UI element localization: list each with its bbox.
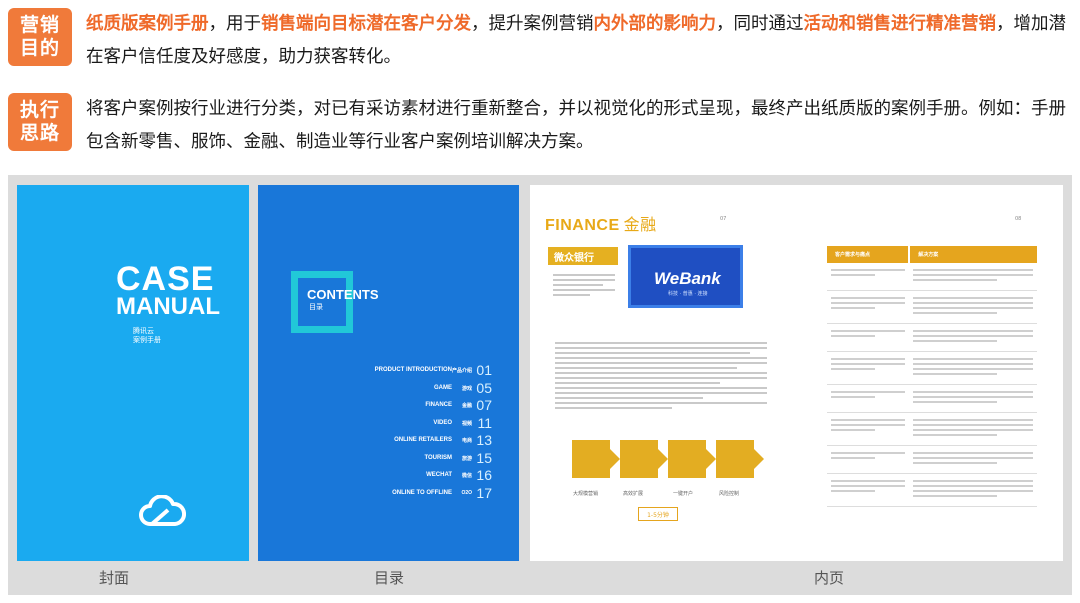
contents-item-page: 01	[476, 362, 492, 378]
expand-icon	[620, 440, 668, 478]
contents-title: CONTENTS	[307, 287, 379, 302]
purpose-tag: 营销 目的	[8, 8, 72, 66]
contents-item-zh: 金融	[461, 403, 472, 409]
contents-item: TOURISM 旅游 15	[340, 450, 496, 466]
icon-label-2: 高效扩展	[623, 491, 644, 497]
contents-item: GAME 游戏 05	[340, 380, 496, 396]
contents-item-name: FINANCE	[425, 402, 452, 408]
cover-subtitle-text: 案例手册	[133, 336, 161, 344]
cover-caption: 封面	[99, 569, 130, 587]
body-text: ，提升案例营销	[471, 14, 594, 34]
contents-subtitle: 目录	[309, 303, 323, 311]
contents-item-zh: 微信	[461, 473, 472, 479]
contents-item-page: 17	[476, 484, 492, 501]
duration-pill: 1-5分钟	[638, 507, 678, 521]
icon-label-4: 风险控制	[719, 491, 740, 497]
highlight-text: 销售端向目标潜在客户分发	[261, 14, 471, 34]
table-row	[827, 474, 1037, 507]
table-row	[827, 291, 1037, 324]
cloud-logo-icon	[139, 495, 186, 526]
contents-item-page: 05	[476, 379, 492, 396]
webank-logo: WeBank	[654, 269, 721, 288]
contents-item-name: ONLINE TO OFFLINE	[392, 489, 452, 496]
table-row	[827, 446, 1037, 474]
bank-intro-lines	[553, 274, 615, 299]
contents-item-page: 11	[477, 414, 492, 431]
contents-item-name: ONLINE RETAILERS	[394, 437, 452, 443]
bank-name: 微众银行	[554, 252, 594, 264]
webank-slogan: 科技 · 普惠 · 连接	[668, 291, 708, 297]
section-en: FINANCE	[545, 217, 620, 234]
highlight-text: 活动和销售进行精准营销	[803, 14, 997, 34]
solution-table: 客户需求与痛点 解决方案	[827, 246, 1037, 507]
table-row	[827, 352, 1037, 385]
risk-icon	[716, 440, 764, 478]
contents-item-page: 07	[476, 397, 492, 413]
contents-item-name: VIDEO	[433, 419, 452, 426]
contents-item-zh: 产品介绍	[451, 368, 472, 374]
contents-item-name: PRODUCT INTRODUCTION	[374, 367, 452, 373]
contents-item-zh: 视频	[461, 420, 472, 427]
contents-item-page: 16	[476, 467, 492, 483]
body-text: ，同时通过	[716, 14, 804, 34]
table-row	[827, 385, 1037, 413]
cover-title-line2: MANUAL	[116, 293, 220, 320]
icon-label-3: 一键开户	[673, 491, 694, 497]
approach-tag: 执行 思路	[8, 93, 72, 151]
contents-item-name: TOURISM	[424, 454, 452, 461]
table-row	[827, 413, 1037, 446]
highlight-text: 内外部的影响力	[593, 14, 717, 34]
table-head-needs: 客户需求与痛点	[827, 246, 909, 263]
page-number-right: 08	[1015, 216, 1022, 222]
purpose-paragraph: 纸质版案例手册，用于销售端向目标潜在客户分发，提升案例营销内外部的影响力，同时通…	[86, 8, 1071, 74]
inner-section-title: FINANCE 金融	[545, 211, 657, 235]
contents-item-name: GAME	[434, 384, 452, 391]
cover-subtitle: 腾讯云 案例手册	[133, 327, 161, 345]
cover-page	[17, 185, 249, 561]
contents-item-zh: O2O	[461, 489, 472, 496]
cover-title: CASE MANUAL	[116, 260, 220, 321]
approach-paragraph: 将客户案例按行业进行分类，对已有采访素材进行重新整合，并以视觉化的形式呈现，最终…	[86, 99, 1066, 152]
contents-item: FINANCE 金融 07	[340, 397, 496, 413]
icon-label-1: 大规模营销	[573, 491, 599, 497]
highlight-text: 纸质版案例手册	[86, 14, 209, 34]
section-zh: 金融	[623, 217, 657, 234]
contents-caption: 目录	[374, 569, 405, 587]
contents-item: PRODUCT INTRODUCTION 产品介绍 01	[340, 362, 496, 378]
inner-caption: 内页	[814, 569, 845, 587]
contents-item: ONLINE RETAILERS 电商 13	[340, 432, 496, 448]
contents-item: ONLINE TO OFFLINE O2O 17	[340, 485, 496, 501]
contents-item: VIDEO 视频 11	[340, 415, 496, 431]
purpose-tag-text: 营销 目的	[19, 14, 60, 59]
cover-brand: 腾讯云	[133, 327, 154, 335]
contents-item-zh: 电商	[461, 438, 472, 444]
bank-name-bar: 微众银行	[548, 247, 618, 265]
body-text: ，用于	[208, 14, 262, 34]
marketing-icon	[572, 440, 620, 478]
cover-title-line1: CASE	[116, 260, 215, 298]
body-text-lines	[555, 342, 767, 412]
account-icon	[668, 440, 716, 478]
approach-tag-text: 执行 思路	[19, 99, 60, 144]
contents-item-name: WECHAT	[426, 472, 452, 478]
contents-item-page: 13	[476, 432, 492, 448]
page-number-left: 07	[720, 216, 727, 222]
table-row	[827, 324, 1037, 352]
table-head-solution: 解决方案	[910, 246, 1037, 263]
contents-item-zh: 旅游	[461, 455, 472, 462]
contents-item: WECHAT 微信 16	[340, 467, 496, 483]
table-row	[827, 263, 1037, 291]
contents-item-page: 15	[476, 449, 492, 466]
contents-item-zh: 游戏	[461, 385, 472, 392]
